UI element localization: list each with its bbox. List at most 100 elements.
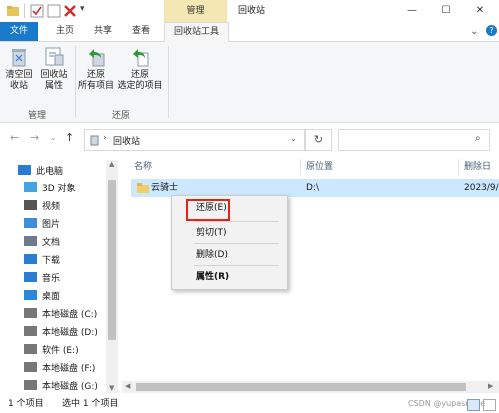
drive-icon [24, 326, 37, 336]
maximize-button[interactable]: ☐ [429, 0, 463, 22]
refresh-button[interactable]: ↻ [305, 129, 332, 151]
delete-x-icon[interactable] [63, 4, 77, 18]
menu-divider [194, 221, 279, 222]
column-divider[interactable] [300, 159, 301, 175]
restore-selected-button[interactable]: 还原 选定的项目 [116, 46, 164, 92]
sidebar-item[interactable]: 下载 [24, 253, 60, 270]
restore-all-icon [85, 46, 107, 68]
item-count: 1 个项目 [8, 399, 44, 409]
sidebar-item[interactable]: 图片 [24, 217, 60, 234]
column-headers: 名称 原位置 删除日 [122, 157, 499, 177]
ribbon: 清空回 收站 回收站 属性 管理 还原 所有项目 还原 选定的项目 还原 [0, 42, 499, 123]
address-row: ← → ⌄ ↑ › 回收站 ⌄ ↻ ⌕ [0, 123, 499, 155]
sidebar-item-label: 音乐 [42, 274, 61, 284]
sidebar-item[interactable]: 本地磁盘 (G:) [24, 379, 98, 396]
menu-divider [194, 265, 279, 266]
restore-selected-label-2: 选定的项目 [117, 81, 163, 91]
sidebar-item[interactable]: 视频 [24, 199, 60, 216]
recycle-bin-icon [8, 46, 30, 68]
recycle-bin-properties-button[interactable]: 回收站 属性 [37, 46, 71, 92]
sidebar-item[interactable]: 文档 [24, 235, 60, 252]
sidebar-item[interactable]: 此电脑 [18, 164, 63, 181]
horizontal-scrollbar-thumb[interactable] [136, 383, 466, 391]
address-dropdown-icon[interactable]: ⌄ [290, 134, 297, 143]
file-date-deleted: 2023/9/ [464, 183, 499, 193]
column-header-original-location[interactable]: 原位置 [306, 157, 333, 177]
sidebar-item[interactable]: 本地磁盘 (F:) [24, 361, 95, 378]
status-bar: 1 个项目 选中 1 个项目 CSDN @yupasmole [0, 395, 499, 413]
sidebar-item-label: 本地磁盘 (C:) [42, 310, 98, 320]
sidebar-item[interactable]: 3D 对象 [24, 181, 76, 198]
empty-recycle-bin-button[interactable]: 清空回 收站 [3, 46, 35, 92]
restore-all-label-2: 所有项目 [77, 81, 114, 91]
breadcrumb[interactable]: 回收站 [113, 134, 140, 147]
file-original-location: D:\ [306, 183, 319, 193]
drive-icon [24, 308, 37, 318]
tab-manage[interactable]: 管理 [164, 0, 227, 22]
sidebar-item[interactable]: 软件 (E:) [24, 343, 79, 360]
back-arrow-icon[interactable]: ← [10, 131, 19, 144]
search-input[interactable]: ⌕ [338, 129, 490, 151]
sidebar-item-label: 软件 (E:) [42, 346, 79, 356]
minimize-button[interactable]: — [395, 0, 429, 22]
column-divider[interactable] [458, 159, 459, 175]
close-button[interactable]: ✕ [463, 0, 497, 22]
music-icon [24, 272, 37, 282]
large-icons-view-icon[interactable] [483, 399, 496, 411]
pc-icon [18, 165, 31, 175]
sidebar-item[interactable]: 音乐 [24, 271, 60, 288]
forward-arrow-icon[interactable]: → [30, 131, 39, 144]
navigation-pane: 此电脑 3D 对象视频图片文档 下载音乐桌面本地磁盘 (C:) 本地磁盘 (D:) 软件… [0, 160, 120, 393]
menu-item-properties[interactable]: 属性(R) [196, 270, 229, 284]
sidebar-item-label: 桌面 [42, 292, 61, 302]
sidebar-item-label: 3D 对象 [42, 184, 76, 194]
sidebar-item-label: 视频 [42, 202, 61, 212]
new-folder-icon[interactable] [47, 4, 61, 18]
sidebar-item[interactable]: 本地磁盘 (C:) [24, 307, 97, 324]
scroll-right-icon[interactable]: ▶ [488, 382, 493, 390]
recent-dropdown-icon[interactable]: ⌄ [50, 133, 57, 142]
pictures-icon [24, 218, 37, 228]
folder-icon[interactable] [6, 4, 20, 18]
restore-selected-label-1: 还原 [130, 70, 149, 80]
scroll-left-icon[interactable]: ◀ [125, 382, 130, 390]
sidebar-item[interactable]: 桌面 [24, 289, 60, 306]
menu-item-cut[interactable]: 剪切(T) [196, 226, 227, 240]
sidebar-item[interactable]: 本地磁盘 (D:) [24, 325, 98, 342]
documents-icon [24, 236, 37, 246]
drive-icon [24, 362, 37, 372]
empty-bin-label-2: 收站 [9, 81, 28, 91]
search-icon: ⌕ [475, 133, 481, 144]
ribbon-expand-icon[interactable]: ⌄ [470, 26, 478, 37]
sidebar-item-label: 本地磁盘 (G:) [42, 382, 98, 392]
sidebar-item-label: 图片 [42, 220, 61, 230]
quick-access-dropdown-icon[interactable]: ▾ [80, 4, 85, 14]
menu-item-restore[interactable]: 还原(E) [196, 201, 227, 215]
column-header-name[interactable]: 名称 [134, 157, 152, 177]
tab-file[interactable]: 文件 [0, 22, 38, 41]
drive-icon [24, 344, 37, 354]
menu-item-delete[interactable]: 删除(D) [196, 248, 228, 262]
selected-count: 选中 1 个项目 [62, 399, 119, 409]
scroll-up-icon[interactable]: ▲ [109, 160, 114, 168]
tab-share[interactable]: 共享 [88, 22, 118, 41]
3d-objects-icon [24, 182, 37, 192]
download-icon [24, 254, 37, 264]
details-view-icon[interactable] [467, 399, 480, 411]
tab-home[interactable]: 主页 [50, 22, 80, 41]
breadcrumb-chevron-icon[interactable]: › [103, 133, 107, 143]
tab-view[interactable]: 查看 [126, 22, 156, 41]
properties-check-icon[interactable] [30, 4, 44, 18]
horizontal-scrollbar[interactable]: ◀ ▶ [122, 381, 499, 393]
nav-scrollbar[interactable]: ▲ ▼ [106, 160, 118, 393]
help-icon[interactable]: ? [486, 25, 497, 36]
up-arrow-icon[interactable]: ↑ [65, 131, 74, 144]
scroll-down-icon[interactable]: ▼ [109, 384, 114, 392]
tab-recycle-bin-tools[interactable]: 回收站工具 [164, 22, 229, 42]
nav-scrollbar-thumb[interactable] [108, 180, 116, 340]
column-header-date-deleted[interactable]: 删除日 [464, 157, 491, 177]
sidebar-item-label: 本地磁盘 (F:) [42, 364, 96, 374]
sidebar-item-label: 此电脑 [36, 167, 64, 177]
restore-all-button[interactable]: 还原 所有项目 [76, 46, 116, 92]
address-bar[interactable]: › 回收站 ⌄ [84, 129, 305, 151]
